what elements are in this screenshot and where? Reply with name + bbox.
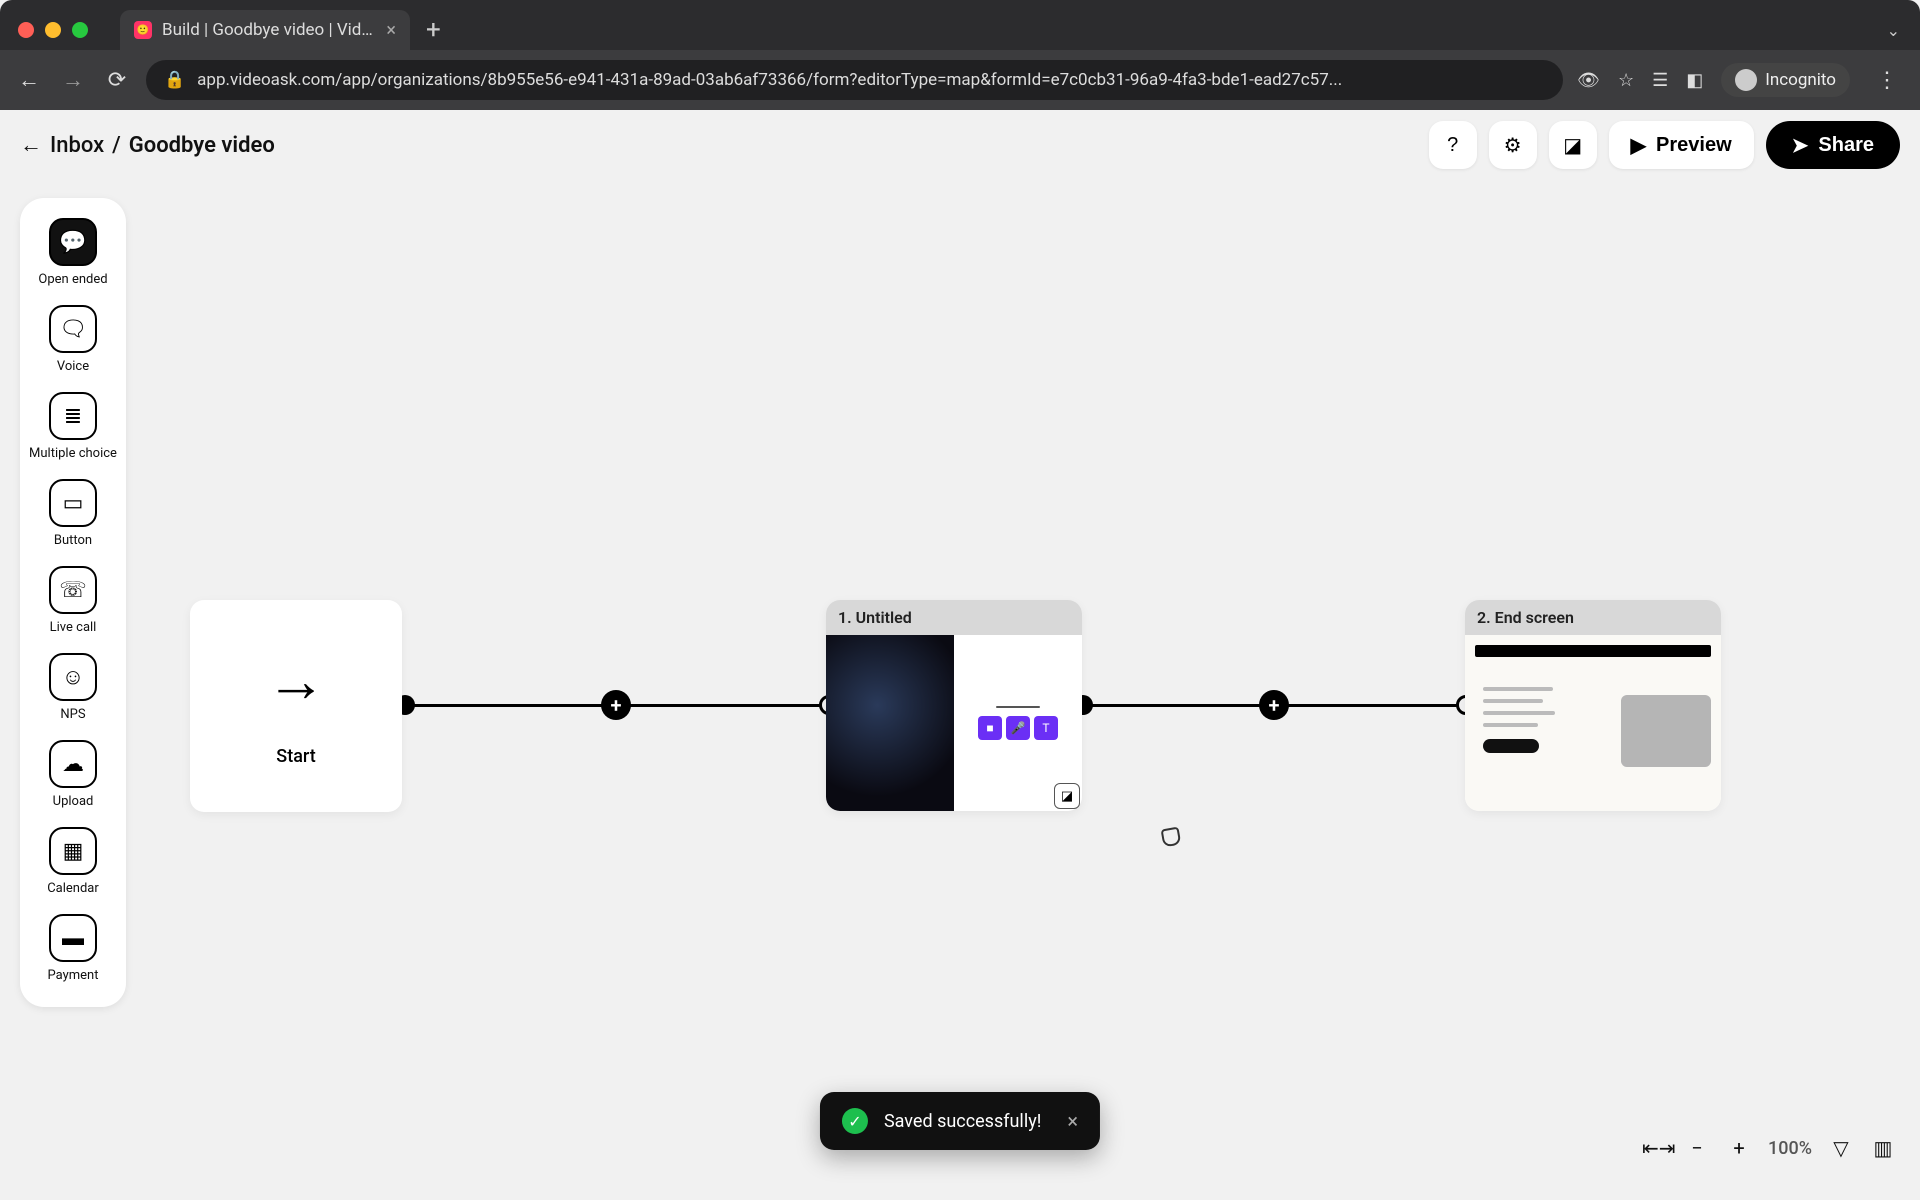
node-step-1[interactable]: 1. Untitled ■ 🎤 T ◪: [826, 600, 1082, 811]
node-start[interactable]: → Start: [190, 600, 402, 812]
lock-icon: 🔒: [164, 70, 185, 90]
browser-chrome: 🙂 Build | Goodbye video | VideoA × + ⌄ ←…: [0, 0, 1920, 110]
fit-width-icon[interactable]: ⇤⇥: [1642, 1136, 1668, 1160]
filter-icon[interactable]: ▽: [1828, 1136, 1854, 1160]
url-text: app.videoask.com/app/organizations/8b955…: [197, 70, 1342, 90]
text-answer-icon: T: [1034, 716, 1058, 740]
add-node-button[interactable]: +: [601, 690, 631, 720]
tab-close-icon[interactable]: ×: [386, 20, 396, 41]
mac-traffic-lights[interactable]: [18, 22, 88, 38]
mac-minimize-icon[interactable]: [45, 22, 61, 38]
start-label: Start: [276, 746, 315, 767]
zoom-in-button[interactable]: +: [1726, 1136, 1752, 1160]
node-title: 2. End screen: [1465, 600, 1721, 635]
end-image-placeholder: [1621, 695, 1711, 767]
mac-close-icon[interactable]: [18, 22, 34, 38]
app: ← Inbox / Goodbye video ? ⚙ ◪ ▶ Preview …: [0, 110, 1920, 1190]
toast-close-icon[interactable]: ×: [1057, 1109, 1078, 1133]
toast: ✓ Saved successfully! ×: [820, 1092, 1100, 1150]
browser-tab[interactable]: 🙂 Build | Goodbye video | VideoA ×: [120, 10, 410, 50]
audio-answer-icon: 🎤: [1006, 716, 1030, 740]
video-thumbnail: [826, 635, 954, 811]
end-topbar: [1475, 645, 1711, 657]
mac-zoom-icon[interactable]: [72, 22, 88, 38]
canvas[interactable]: + + → Start 1. Untitled ■ 🎤 T: [0, 110, 1920, 1190]
url-field[interactable]: 🔒 app.videoask.com/app/organizations/8b9…: [146, 60, 1563, 100]
address-bar: ← → ⟳ 🔒 app.videoask.com/app/organizatio…: [0, 50, 1920, 110]
star-icon[interactable]: ☆: [1618, 70, 1634, 91]
incognito-label: Incognito: [1765, 70, 1836, 90]
add-node-button[interactable]: +: [1259, 690, 1289, 720]
new-tab-button[interactable]: +: [410, 10, 457, 50]
end-cta: [1483, 739, 1539, 753]
nav-back-icon[interactable]: ←: [14, 67, 44, 93]
zoom-percent: 100%: [1768, 1138, 1812, 1159]
text-line: [996, 706, 1040, 708]
nav-forward-icon: →: [58, 67, 88, 93]
end-text-lines: [1483, 687, 1563, 727]
tab-strip: 🙂 Build | Goodbye video | VideoA × + ⌄: [0, 0, 1920, 50]
tabs-dropdown-icon[interactable]: ⌄: [1867, 10, 1920, 50]
toast-message: Saved successfully!: [884, 1111, 1041, 1132]
node-end-screen[interactable]: 2. End screen: [1465, 600, 1721, 811]
video-answer-icon: ■: [978, 716, 1002, 740]
contact-form-icon[interactable]: ◪: [1054, 783, 1080, 809]
browser-menu-icon[interactable]: ⋮: [1868, 68, 1906, 93]
zoom-out-button[interactable]: −: [1684, 1136, 1710, 1160]
layout-icon[interactable]: ▥: [1870, 1136, 1896, 1160]
reading-list-icon[interactable]: ☰: [1652, 70, 1668, 91]
eye-off-icon[interactable]: 👁: [1577, 70, 1600, 91]
nav-reload-icon[interactable]: ⟳: [102, 68, 132, 93]
zoom-controls: ⇤⇥ − + 100% ▽ ▥: [1642, 1136, 1896, 1160]
arrow-right-icon: →: [266, 645, 326, 716]
favicon-icon: 🙂: [134, 21, 152, 39]
incognito-badge[interactable]: Incognito: [1721, 63, 1850, 97]
grab-cursor-icon: [1161, 827, 1182, 848]
check-icon: ✓: [842, 1108, 868, 1134]
incognito-icon: [1735, 69, 1757, 91]
node-title: 1. Untitled: [826, 600, 1082, 635]
tab-title: Build | Goodbye video | VideoA: [162, 20, 376, 40]
extensions-icon[interactable]: ◧: [1686, 70, 1703, 91]
